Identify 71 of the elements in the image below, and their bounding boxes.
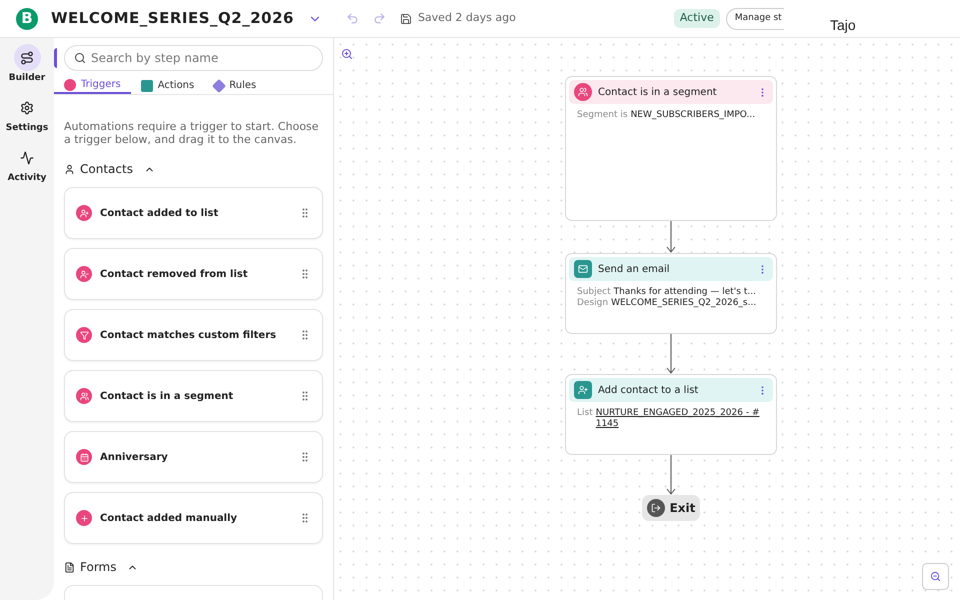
section-icon [64,562,75,572]
trigger-label: Contact removed from list [100,268,249,282]
trigger-icon [76,449,92,465]
manage-button[interactable]: Manage st [726,8,784,30]
exit-label: Exit [670,500,696,517]
trigger-card[interactable]: Contact removed from list [64,248,323,300]
trigger-card[interactable]: Anniversary [64,431,323,483]
status-badge: Active [674,9,720,28]
zoom-out-button[interactable] [922,563,949,590]
field-value: Thanks for attending — let's t... [614,287,756,298]
selection-bar [54,48,57,68]
rail-item[interactable]: Builder [3,44,51,84]
trigger-label: Contact added to list [100,206,220,220]
trigger-icon [76,327,92,343]
field-label: Segment is [577,110,628,121]
rail-icon [20,100,34,114]
trigger-label: Anniversary [100,450,169,464]
tab[interactable]: Actions [130,77,204,94]
connector-arrow [666,221,676,253]
step-card[interactable]: Send an email Subject Thanks for attending — let's t... Design WELCOME_SERIES_Q2_2026_s... [565,253,777,334]
rail-icon [20,50,34,64]
trigger-label: Contact is in a segment [100,390,234,404]
trigger-label: Contact matches custom filters [100,328,278,342]
exit-icon [646,499,665,517]
step-card[interactable]: Add contact to a list List NURTURE_ENGAGED_2025_2026 - # 1145 [565,374,777,455]
step-icon [574,381,592,399]
tab[interactable]: Rules [204,77,266,94]
step-title: Contact is in a segment [598,86,718,100]
section-title: Forms [80,559,116,576]
step-title: Send an email [598,262,671,276]
section-title: Contacts [80,161,133,178]
rail-item[interactable]: Settings [3,94,51,134]
rail-icon [20,150,34,164]
field-value: WELCOME_SERIES_Q2_2026_s... [611,298,756,309]
rail-label: Builder [8,73,46,84]
save-icon [400,12,412,24]
field-label: Subject [577,287,611,298]
field-label: Design [577,298,608,309]
overlay-text: Tajo [830,16,856,35]
logo: B [16,8,38,30]
exit-node[interactable]: Exit [642,495,700,521]
step-title: Add contact to a list [598,384,700,398]
trigger-label: Contact added manually [100,512,238,526]
trigger-icon [76,266,92,282]
trigger-card[interactable]: Contact added to list [64,187,323,239]
tab[interactable]: Triggers [54,77,131,94]
search-icon [74,52,86,64]
list-link[interactable]: NURTURE_ENGAGED_2025_2026 - # 1145 [596,408,765,430]
field-value: NEW_SUBSCRIBERS_IMPO... [630,110,756,121]
zoom-in-icon[interactable] [341,48,353,60]
step-icon [574,260,592,278]
intro-text: Automations require a trigger to start. Choose a trigger below, and drag it to the canvas. [64,120,320,146]
zoom-out-icon [930,571,941,582]
rail-label: Activity [6,173,48,184]
connector-arrow [666,455,676,495]
trigger-icon [76,510,92,526]
trigger-icon [76,388,92,404]
rail-label: Settings [5,123,49,134]
trigger-card[interactable]: Contact is in a segment [64,370,323,422]
field-label: List [577,408,593,419]
trigger-card[interactable]: Contact added manually [64,492,323,544]
rail-item[interactable]: Activity [3,144,51,184]
search-field[interactable]: Search by step name [64,45,323,71]
trigger-icon [76,205,92,221]
trigger-card[interactable]: Contact matches custom filters [64,309,323,361]
step-card[interactable]: Contact is in a segment Segment is NEW_SUBSCRIBERS_IMPO... [565,76,777,221]
step-icon [574,83,592,101]
automation-title: WELCOME_SERIES_Q2_2026 [51,8,294,30]
section-icon [64,164,75,174]
connector-arrow [666,334,676,374]
save-status: Saved 2 days ago [418,10,516,26]
